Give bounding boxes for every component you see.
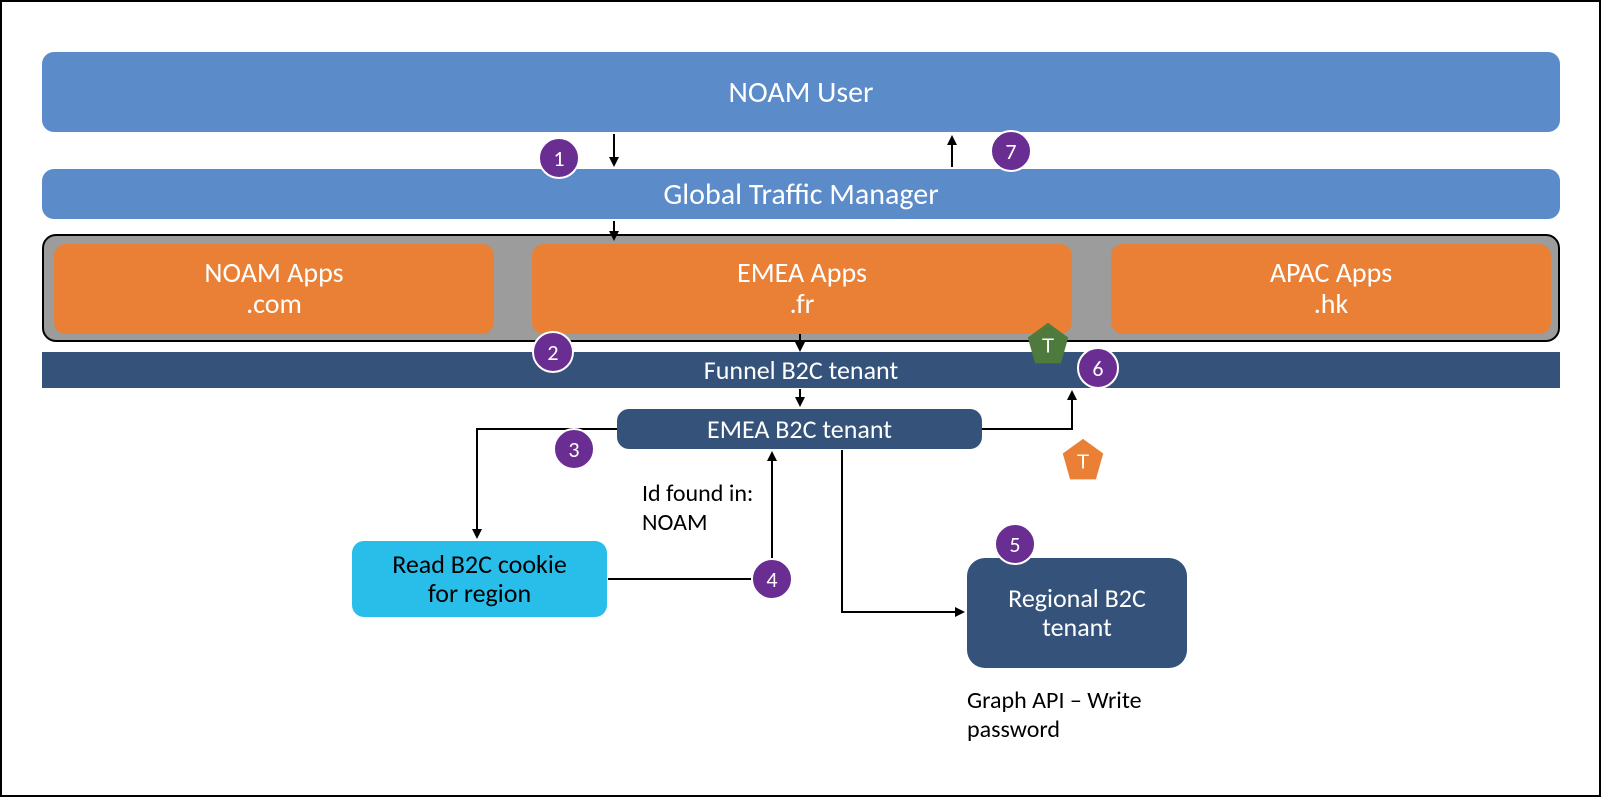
bar-funnel-tenant: Funnel B2C tenant [42, 352, 1560, 388]
box-emea-tenant: EMEA B2C tenant [617, 409, 982, 449]
step-7-label: 7 [1005, 138, 1016, 165]
app-apac-line2: .hk [1314, 289, 1349, 320]
label-id-found: Id found in: NOAM [642, 480, 753, 538]
box-regional-tenant-line1: Regional B2C [1008, 584, 1146, 613]
token-orange-icon: T [1060, 437, 1106, 483]
arrow-3 [477, 429, 617, 537]
label-graph-api-line2: password [967, 716, 1142, 745]
app-noam-line2: .com [246, 289, 302, 320]
bar-funnel-label: Funnel B2C tenant [704, 356, 898, 385]
box-read-cookie: Read B2C cookie for region [352, 541, 607, 617]
app-apac-line1: APAC Apps [1270, 258, 1392, 289]
app-emea-line1: EMEA Apps [737, 258, 867, 289]
arrow-5 [842, 450, 963, 612]
app-emea: EMEA Apps .fr [532, 244, 1072, 334]
bar-global-traffic-manager: Global Traffic Manager [42, 169, 1560, 219]
step-1-label: 1 [553, 145, 564, 172]
box-regional-tenant-line2: tenant [1042, 613, 1112, 642]
step-2-label: 2 [547, 339, 558, 366]
step-4-label: 4 [766, 566, 777, 593]
arrow-6 [982, 392, 1072, 429]
step-circle-1: 1 [538, 137, 580, 179]
token-orange-label: T [1077, 451, 1089, 473]
bar-noam-user: NOAM User [42, 52, 1560, 132]
label-graph-api: Graph API – Write password [967, 687, 1142, 745]
step-5-label: 5 [1009, 531, 1020, 558]
diagram-canvas: NOAM User Global Traffic Manager NOAM Ap… [0, 0, 1601, 797]
step-3-label: 3 [568, 436, 579, 463]
app-emea-line2: .fr [790, 289, 815, 320]
apps-container: NOAM Apps .com EMEA Apps .fr APAC Apps .… [42, 234, 1560, 342]
step-circle-7: 7 [990, 130, 1032, 172]
step-circle-4: 4 [751, 558, 793, 600]
app-apac: APAC Apps .hk [1111, 244, 1551, 334]
box-emea-tenant-label: EMEA B2C tenant [707, 415, 892, 444]
step-circle-5: 5 [994, 523, 1036, 565]
box-read-cookie-line1: Read B2C cookie [392, 550, 567, 579]
step-6-label: 6 [1092, 355, 1103, 382]
bar-noam-user-label: NOAM User [728, 76, 873, 109]
step-circle-2: 2 [532, 331, 574, 373]
label-id-found-line1: Id found in: [642, 480, 753, 509]
box-read-cookie-line2: for region [428, 579, 531, 608]
step-circle-6: 6 [1077, 347, 1119, 389]
label-graph-api-line1: Graph API – Write [967, 687, 1142, 716]
step-circle-3: 3 [553, 428, 595, 470]
app-noam-line1: NOAM Apps [204, 258, 343, 289]
bar-gtm-label: Global Traffic Manager [663, 178, 938, 211]
box-regional-tenant: Regional B2C tenant [967, 558, 1187, 668]
label-id-found-line2: NOAM [642, 509, 753, 538]
app-noam: NOAM Apps .com [54, 244, 494, 334]
